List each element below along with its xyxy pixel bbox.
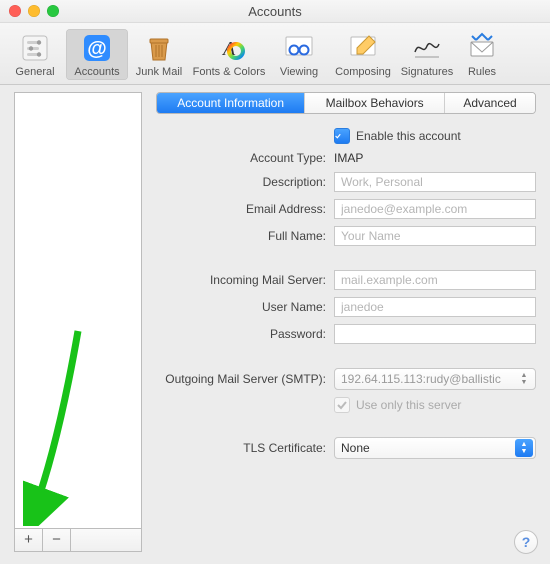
tls-label: TLS Certificate: bbox=[156, 441, 326, 455]
toolbar-item-composing[interactable]: Composing bbox=[330, 29, 396, 80]
remove-account-button[interactable]: − bbox=[43, 529, 71, 551]
tls-certificate-value: None bbox=[341, 441, 370, 455]
toolbar-item-accounts[interactable]: @ Accounts bbox=[66, 29, 128, 80]
toolbar-label: General bbox=[15, 66, 54, 78]
email-label: Email Address: bbox=[156, 202, 326, 216]
incoming-server-input[interactable] bbox=[334, 270, 536, 290]
enable-account-label: Enable this account bbox=[356, 129, 461, 143]
smtp-server-value: 192.64.115.113:rudy@ballistic bbox=[341, 372, 501, 386]
signature-icon bbox=[411, 32, 443, 64]
smtp-server-select[interactable]: 192.64.115.113:rudy@ballistic ▲▼ bbox=[334, 368, 536, 390]
toolbar-label: Signatures bbox=[401, 66, 454, 78]
trash-bin-icon bbox=[143, 32, 175, 64]
incoming-label: Incoming Mail Server: bbox=[156, 273, 326, 287]
preferences-window: Accounts General @ bbox=[0, 0, 550, 564]
help-button[interactable]: ? bbox=[514, 530, 538, 554]
user-name-label: User Name: bbox=[156, 300, 326, 314]
account-detail-panel: Account Information Mailbox Behaviors Ad… bbox=[156, 92, 536, 552]
smtp-label: Outgoing Mail Server (SMTP): bbox=[156, 372, 326, 386]
gear-switches-icon bbox=[19, 32, 51, 64]
toolbar-label: Composing bbox=[335, 66, 391, 78]
chevron-up-down-icon: ▲▼ bbox=[515, 370, 533, 388]
glasses-icon bbox=[283, 32, 315, 64]
full-name-label: Full Name: bbox=[156, 229, 326, 243]
tls-certificate-select[interactable]: None ▲▼ bbox=[334, 437, 536, 459]
toolbar-label: Viewing bbox=[280, 66, 318, 78]
font-color-wheel-icon: A bbox=[213, 32, 245, 64]
rules-envelope-icon bbox=[466, 32, 498, 64]
toolbar-label: Fonts & Colors bbox=[193, 66, 266, 78]
full-name-input[interactable] bbox=[334, 226, 536, 246]
at-sign-icon: @ bbox=[81, 32, 113, 64]
account-form: Enable this account Account Type: IMAP D… bbox=[156, 128, 536, 459]
toolbar-item-rules[interactable]: Rules bbox=[458, 29, 506, 80]
tab-account-information[interactable]: Account Information bbox=[157, 93, 305, 113]
accounts-list[interactable] bbox=[14, 92, 142, 528]
add-account-button[interactable]: + bbox=[15, 529, 43, 551]
body: + − Account Information Mailbox Behavior… bbox=[0, 80, 550, 564]
toolbar-item-general[interactable]: General bbox=[4, 29, 66, 80]
accounts-sidebar: + − bbox=[14, 92, 142, 552]
toolbar-item-fonts-colors[interactable]: A Fonts & Colors bbox=[190, 29, 268, 80]
password-input[interactable] bbox=[334, 324, 536, 344]
use-only-server-row: Use only this server bbox=[334, 397, 536, 413]
enable-account-row: Enable this account bbox=[334, 128, 536, 144]
titlebar: Accounts bbox=[0, 0, 550, 23]
tab-mailbox-behaviors[interactable]: Mailbox Behaviors bbox=[305, 93, 445, 113]
annotation-arrow-icon bbox=[23, 326, 93, 526]
user-name-input[interactable] bbox=[334, 297, 536, 317]
email-input[interactable] bbox=[334, 199, 536, 219]
account-type-label: Account Type: bbox=[156, 151, 326, 165]
enable-account-checkbox[interactable] bbox=[334, 128, 350, 144]
toolbar-label: Junk Mail bbox=[136, 66, 182, 78]
toolbar-item-viewing[interactable]: Viewing bbox=[268, 29, 330, 80]
password-label: Password: bbox=[156, 327, 326, 341]
toolbar-label: Rules bbox=[468, 66, 496, 78]
window-title: Accounts bbox=[0, 4, 550, 19]
account-type-value: IMAP bbox=[334, 151, 536, 165]
preferences-toolbar: General @ Accounts Junk Ma bbox=[0, 23, 550, 85]
tab-advanced[interactable]: Advanced bbox=[445, 93, 535, 113]
chevron-up-down-icon: ▲▼ bbox=[515, 439, 533, 457]
compose-pencil-icon bbox=[347, 32, 379, 64]
description-input[interactable] bbox=[334, 172, 536, 192]
description-label: Description: bbox=[156, 175, 326, 189]
use-only-server-checkbox[interactable] bbox=[334, 397, 350, 413]
use-only-server-label: Use only this server bbox=[356, 398, 461, 412]
toolbar-label: Accounts bbox=[74, 66, 119, 78]
footer-spacer bbox=[71, 529, 141, 551]
svg-text:@: @ bbox=[87, 38, 107, 60]
tab-segmented-control: Account Information Mailbox Behaviors Ad… bbox=[156, 92, 536, 114]
list-footer: + − bbox=[14, 528, 142, 552]
toolbar-item-junk-mail[interactable]: Junk Mail bbox=[128, 29, 190, 80]
toolbar-item-signatures[interactable]: Signatures bbox=[396, 29, 458, 80]
